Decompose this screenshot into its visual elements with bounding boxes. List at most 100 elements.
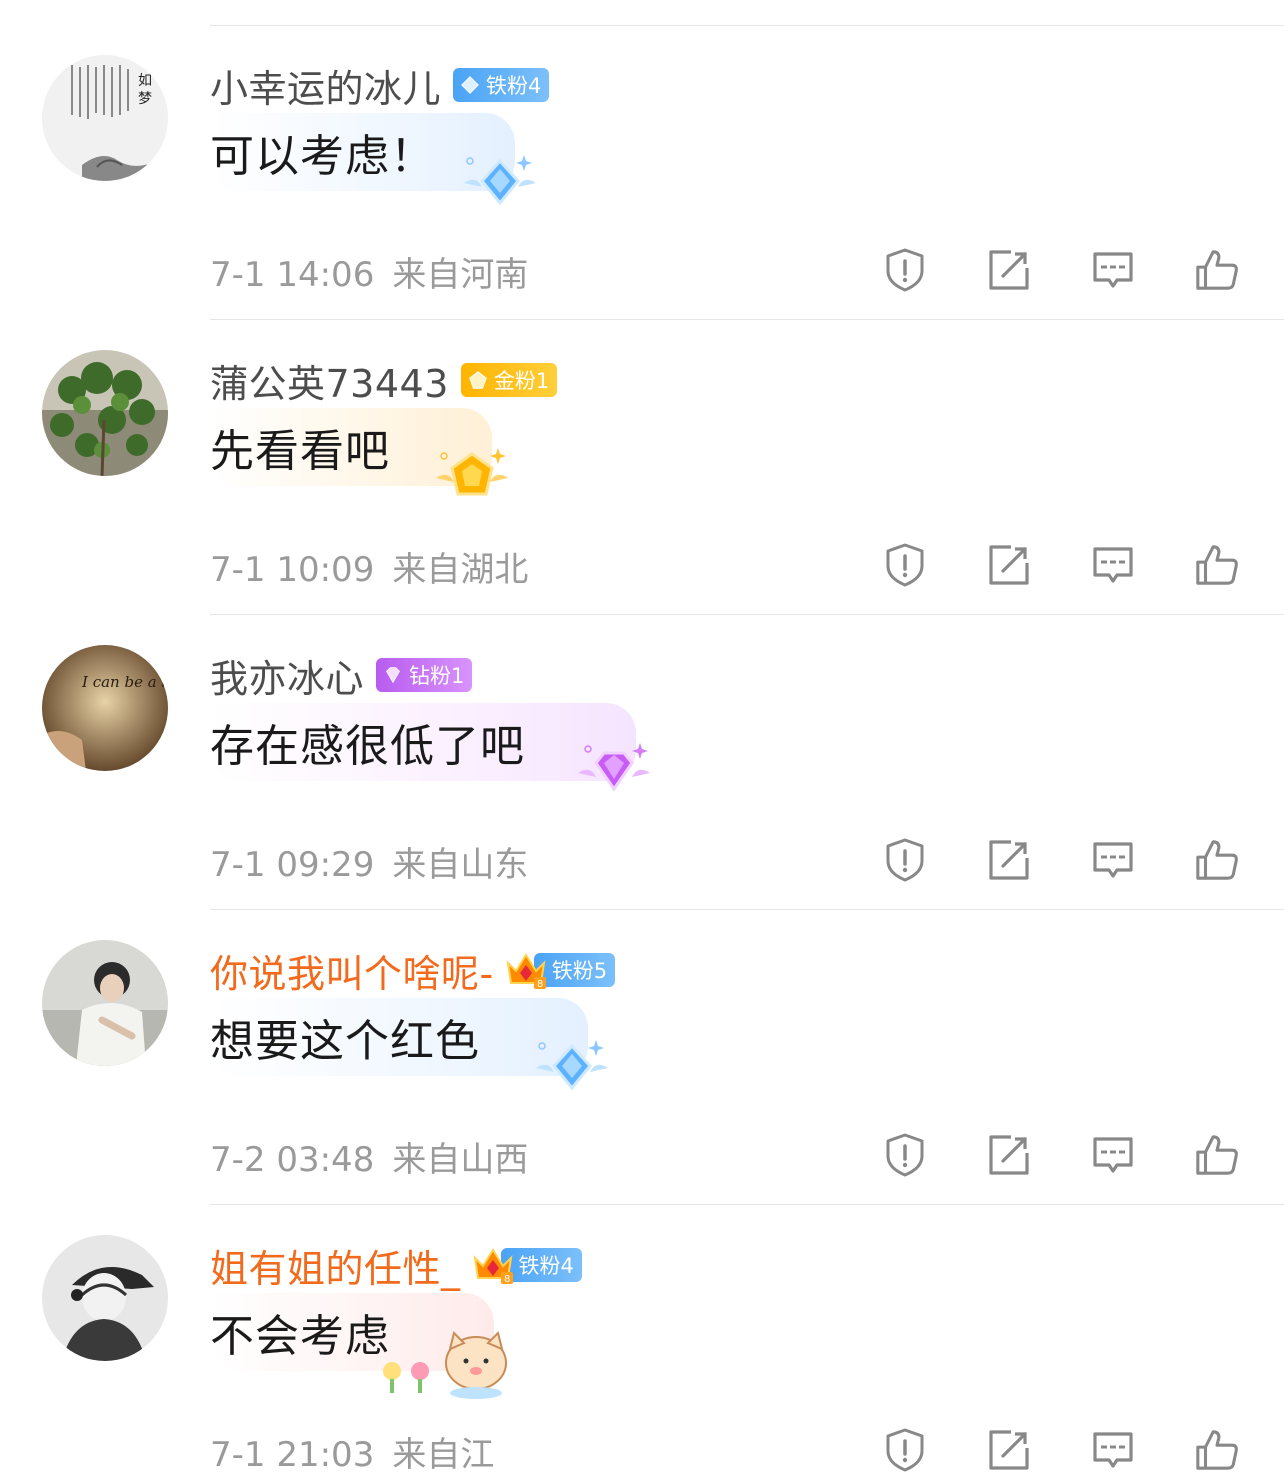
comment-bubble: 存在感很低了吧 [210, 703, 636, 781]
username[interactable]: 蒲公英73443 [210, 353, 449, 408]
badge-label: 金粉1 [493, 369, 550, 393]
username[interactable]: 你说我叫个啥呢- [210, 943, 494, 998]
action-bar [882, 247, 1240, 293]
report-button[interactable] [882, 1132, 928, 1178]
svg-text:8: 8 [537, 979, 543, 990]
comment-text: 不会考虑 [210, 1311, 390, 1362]
crown-gem-icon [469, 371, 487, 389]
comment-icon [1093, 1432, 1133, 1468]
like-icon [1196, 545, 1238, 585]
diamond-icon [461, 76, 479, 94]
comment-date: 7-1 09:29 [210, 845, 375, 885]
report-icon [886, 543, 924, 587]
comment-icon [1093, 1137, 1133, 1173]
purple-gem-sticker-icon [578, 743, 650, 792]
comment-icon [1093, 842, 1133, 878]
avatar-note-line: I can be a better me. [81, 673, 168, 691]
share-icon [989, 250, 1029, 290]
reply-button[interactable] [1090, 1427, 1136, 1473]
blue-diamond-sticker-icon [536, 1040, 608, 1091]
like-icon [1196, 250, 1238, 290]
comment-text: 先看看吧 [210, 426, 390, 477]
badge-label: 钻粉1 [409, 664, 465, 688]
report-icon [886, 1428, 924, 1472]
svg-text:梦: 梦 [138, 91, 152, 107]
comment-text: 存在感很低了吧 [210, 721, 525, 772]
comment-icon [1093, 252, 1133, 288]
avatar[interactable] [42, 1235, 168, 1361]
like-button[interactable] [1194, 837, 1240, 883]
comment-text: 想要这个红色 [210, 1016, 480, 1067]
action-bar [882, 542, 1240, 588]
gold-gem-sticker-icon [436, 448, 508, 496]
like-button[interactable] [1194, 1427, 1240, 1473]
comment-item: 蒲公英73443 金粉1 先看看吧 7-1 10:09 来自湖北 [0, 320, 1284, 615]
share-icon [989, 545, 1029, 585]
like-icon [1196, 1135, 1238, 1175]
comment-meta: 7-2 03:48 来自山西 [210, 1132, 528, 1181]
watermark-overlay [500, 1420, 800, 1474]
like-button[interactable] [1194, 247, 1240, 293]
reply-button[interactable] [1090, 247, 1136, 293]
comment-date: 7-1 21:03 [210, 1435, 375, 1475]
username[interactable]: 小幸运的冰儿 [210, 58, 441, 113]
like-button[interactable] [1194, 1132, 1240, 1178]
comment-location: 来自河南 [392, 255, 529, 295]
reply-button[interactable] [1090, 1132, 1136, 1178]
like-icon [1196, 840, 1238, 880]
cat-sticker-icon [383, 1331, 507, 1399]
share-button[interactable] [986, 1132, 1032, 1178]
fan-badge[interactable]: 铁粉4 [453, 68, 550, 102]
reply-button[interactable] [1090, 542, 1136, 588]
avatar[interactable]: 如 梦 [42, 55, 168, 181]
share-icon [989, 1430, 1029, 1470]
comment-location: 来自山西 [392, 1140, 529, 1180]
report-button[interactable] [882, 247, 928, 293]
report-button[interactable] [882, 542, 928, 588]
vip-crown-icon: 8 [473, 1248, 513, 1285]
username[interactable]: 我亦冰心 [210, 648, 364, 703]
fan-badge[interactable]: 金粉1 [460, 363, 558, 397]
like-icon [1196, 1430, 1238, 1470]
badge-label: 铁粉4 [518, 1254, 574, 1278]
report-button[interactable] [882, 1427, 928, 1473]
report-button[interactable] [882, 837, 928, 883]
username[interactable]: 姐有姐的任性_ [210, 1238, 461, 1293]
share-icon [989, 1135, 1029, 1175]
share-button[interactable] [986, 1427, 1032, 1473]
comment-meta: 7-1 14:06 来自河南 [210, 247, 528, 296]
blue-diamond-sticker-icon [464, 155, 536, 206]
report-icon [886, 838, 924, 882]
fan-badge[interactable]: 钻粉1 [376, 658, 473, 692]
comment-item: 如 梦 小幸运的冰儿 铁粉4 可以考虑！ 7-1 14:06 来自河南 [0, 25, 1284, 320]
share-button[interactable] [986, 247, 1032, 293]
action-bar [882, 1132, 1240, 1178]
comment-meta: 7-1 10:09 来自湖北 [210, 542, 528, 591]
comment-location: 来自湖北 [392, 550, 529, 590]
comment-icon [1093, 547, 1133, 583]
avatar[interactable] [42, 940, 168, 1066]
like-button[interactable] [1194, 542, 1240, 588]
svg-text:如: 如 [138, 73, 152, 89]
purple-diamond-icon [386, 667, 401, 684]
comment-item: 你说我叫个啥呢- 8 铁粉5 想要这个红色 7-2 03:48 来自山西 [0, 910, 1284, 1205]
reply-button[interactable] [1090, 837, 1136, 883]
comment-date: 7-1 14:06 [210, 255, 375, 295]
share-button[interactable] [986, 837, 1032, 883]
badge-label: 铁粉5 [551, 959, 608, 983]
comment-location: 来自江 [392, 1435, 495, 1475]
comment-meta: 7-1 21:03 来自江 [210, 1427, 494, 1476]
comment-date: 7-2 03:48 [210, 1140, 375, 1180]
avatar[interactable] [42, 350, 168, 476]
action-bar [882, 837, 1240, 883]
share-button[interactable] [986, 542, 1032, 588]
comment-meta: 7-1 09:29 来自山东 [210, 837, 528, 886]
comment-location: 来自山东 [392, 845, 529, 885]
comment-item: I can be a better me. 我亦冰心 钻粉1 存在感很低了吧 7… [0, 615, 1284, 910]
vip-crown-icon: 8 [506, 953, 546, 990]
avatar[interactable]: I can be a better me. [42, 645, 168, 771]
comment-date: 7-1 10:09 [210, 550, 375, 590]
action-bar [882, 1427, 1240, 1473]
svg-text:8: 8 [504, 1274, 510, 1285]
badge-label: 铁粉4 [486, 74, 542, 98]
